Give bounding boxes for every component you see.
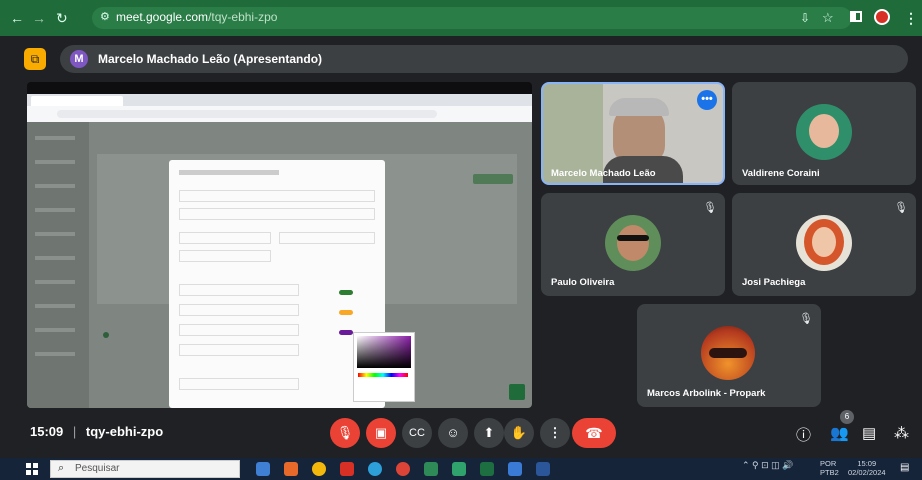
captions-icon[interactable]: CC	[402, 418, 432, 448]
present-screen-icon[interactable]: ⬆	[474, 418, 504, 448]
browser-toolbar: ← → ↻ ⚙ meet.google.com/tqy-ebhi-zpo ⇩ ☆…	[0, 0, 922, 36]
excel-icon[interactable]	[480, 462, 494, 476]
info-icon[interactable]: ⓘ	[796, 424, 811, 445]
cam-off-icon[interactable]: ▣	[366, 418, 396, 448]
language-code: POR	[820, 459, 837, 468]
taskbar-date: 02/02/2024	[848, 468, 886, 477]
shared-color-picker	[353, 332, 415, 402]
chrome-icon[interactable]	[396, 462, 410, 476]
app-icon[interactable]	[452, 462, 466, 476]
shared-browser-address	[27, 106, 532, 122]
notification-icon[interactable]: ▤	[900, 462, 912, 474]
windows-icon[interactable]	[26, 463, 38, 475]
avatar: M	[70, 50, 88, 68]
shared-sidebar	[27, 122, 89, 408]
search-placeholder: Pesquisar	[75, 463, 120, 474]
mic-off-icon[interactable]: 🎙	[330, 418, 360, 448]
presenter-label: Marcelo Machado Leão (Apresentando)	[98, 52, 323, 66]
language-indicator[interactable]: POR PTB2	[820, 459, 839, 477]
taskbar-clock[interactable]: 15:09 02/02/2024	[848, 459, 886, 477]
taskbar-time: 15:09	[857, 459, 877, 468]
raise-hand-icon[interactable]: ✋	[504, 418, 534, 448]
chat-icon[interactable]: ▤	[862, 424, 876, 442]
end-call-icon[interactable]: ☎	[572, 418, 616, 448]
site-info-icon[interactable]: ⚙	[100, 10, 110, 23]
chrome-icon[interactable]	[312, 462, 326, 476]
participant-count-badge: 6	[840, 410, 854, 424]
emoji-icon[interactable]: ☺	[438, 418, 468, 448]
presenting-bar: ⧉ M Marcelo Machado Leão (Apresentando)	[18, 45, 908, 73]
star-icon[interactable]: ☆	[822, 9, 834, 27]
file-explorer-icon[interactable]	[256, 462, 270, 476]
separator: |	[72, 424, 77, 439]
participant-name: Marcos Arbolink - Propark	[647, 388, 766, 399]
shared-chat-icon	[509, 384, 525, 400]
participant-name: Josi Pachiega	[742, 277, 806, 288]
participant-tile[interactable]: Valdirene Coraini	[732, 82, 916, 185]
mic-off-icon: 🎙	[894, 202, 908, 214]
participant-name: Marcelo Machado Leão	[551, 168, 656, 179]
search-icon: ⌕	[58, 462, 65, 474]
url-host: meet.google.com	[116, 10, 209, 24]
activities-icon[interactable]: ⁂	[894, 424, 909, 442]
more-icon[interactable]: ⋮	[904, 9, 918, 27]
back-icon[interactable]: ←	[10, 9, 24, 27]
app-icon[interactable]	[508, 462, 522, 476]
search-input[interactable]: ⌕ Pesquisar	[50, 460, 240, 478]
url-text: meet.google.com/tqy-ebhi-zpo	[116, 10, 277, 24]
profile-icon[interactable]	[874, 9, 890, 25]
system-tray-icons[interactable]: ⌃ ⚲ ⊡ ◫ 🔊	[742, 460, 793, 471]
mic-off-icon: 🎙	[799, 313, 813, 325]
language-layout: PTB2	[820, 468, 839, 477]
taskbar: ⌕ Pesquisar ⌃ ⚲ ⊡ ◫ 🔊 POR PTB2 15:09 02/…	[0, 458, 922, 480]
more-options-icon[interactable]: •••	[697, 90, 717, 110]
mic-off-icon: 🎙	[703, 202, 717, 214]
shared-screen	[27, 82, 532, 408]
address-bar[interactable]: ⚙ meet.google.com/tqy-ebhi-zpo	[92, 7, 852, 29]
participant-tile[interactable]: 🎙 Josi Pachiega	[732, 193, 916, 296]
extensions-icon[interactable]: ⇩	[800, 9, 810, 27]
more-options-icon[interactable]: ⋮	[540, 418, 570, 448]
app-icon[interactable]	[340, 462, 354, 476]
reload-icon[interactable]: ↻	[56, 9, 68, 27]
side-panel-icon[interactable]	[850, 11, 862, 22]
participant-name: Paulo Oliveira	[551, 277, 615, 288]
url-path: /tqy-ebhi-zpo	[208, 10, 278, 24]
presenter-pill: M Marcelo Machado Leão (Apresentando)	[60, 45, 908, 73]
participant-tile[interactable]: ••• Marcelo Machado Leão	[541, 82, 725, 185]
edge-icon[interactable]	[368, 462, 382, 476]
participant-name: Valdirene Coraini	[742, 168, 820, 179]
present-icon: ⧉	[24, 48, 46, 70]
word-icon[interactable]	[536, 462, 550, 476]
current-time: 15:09	[30, 424, 64, 439]
firefox-icon[interactable]	[284, 462, 298, 476]
forward-icon[interactable]: →	[32, 9, 46, 27]
meeting-code: tqy-ebhi-zpo	[85, 424, 164, 439]
chrome-icon[interactable]	[424, 462, 438, 476]
meeting-info: 15:09 | tqy-ebhi-zpo	[30, 424, 163, 439]
people-icon[interactable]: 👥	[830, 424, 849, 442]
shared-browser-tabs	[27, 94, 532, 106]
participant-tile[interactable]: 🎙 Paulo Oliveira	[541, 193, 725, 296]
participant-tile[interactable]: 🎙 Marcos Arbolink - Propark	[637, 304, 821, 407]
